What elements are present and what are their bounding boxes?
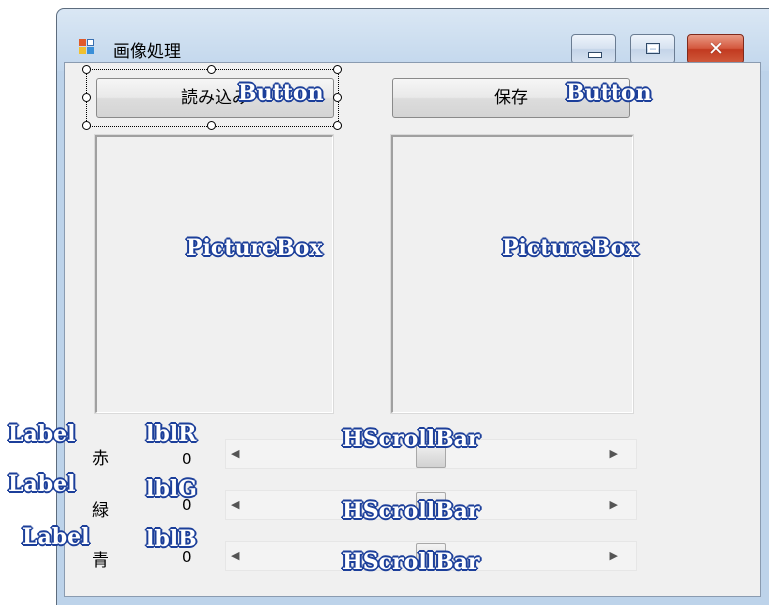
scroll-left-icon[interactable]: ◀ (231, 549, 239, 562)
scroll-right-icon[interactable]: ▶ (610, 498, 618, 511)
minimize-button[interactable] (571, 34, 616, 64)
green-label: 緑 (92, 501, 109, 521)
output-picturebox[interactable] (390, 134, 634, 414)
red-label: 赤 (92, 449, 109, 469)
maximize-button[interactable] (630, 34, 675, 64)
blue-label: 青 (92, 551, 109, 571)
close-button[interactable]: ✕ (687, 34, 744, 64)
save-button[interactable]: 保存 (392, 78, 630, 118)
green-scrollbar[interactable]: ◀ ▶ (225, 490, 637, 520)
input-picturebox[interactable] (94, 134, 334, 414)
scroll-left-icon[interactable]: ◀ (231, 447, 239, 460)
scroll-left-icon[interactable]: ◀ (231, 498, 239, 511)
green-value-label: 0 (182, 496, 192, 514)
maximize-icon (646, 43, 660, 54)
close-icon: ✕ (708, 38, 724, 60)
window-edge (56, 100, 57, 605)
scroll-thumb[interactable] (416, 492, 446, 519)
window-title: 画像処理 (113, 42, 181, 62)
scroll-thumb[interactable] (416, 543, 446, 570)
scroll-right-icon[interactable]: ▶ (610, 447, 618, 460)
scroll-thumb[interactable] (416, 441, 446, 468)
load-button[interactable]: 読み込み (96, 78, 334, 118)
red-value-label: 0 (182, 450, 192, 468)
app-icon (79, 39, 95, 55)
scroll-right-icon[interactable]: ▶ (610, 549, 618, 562)
blue-scrollbar[interactable]: ◀ ▶ (225, 541, 637, 571)
minimize-icon (588, 52, 602, 58)
red-scrollbar[interactable]: ◀ ▶ (225, 439, 637, 469)
blue-value-label: 0 (182, 548, 192, 566)
